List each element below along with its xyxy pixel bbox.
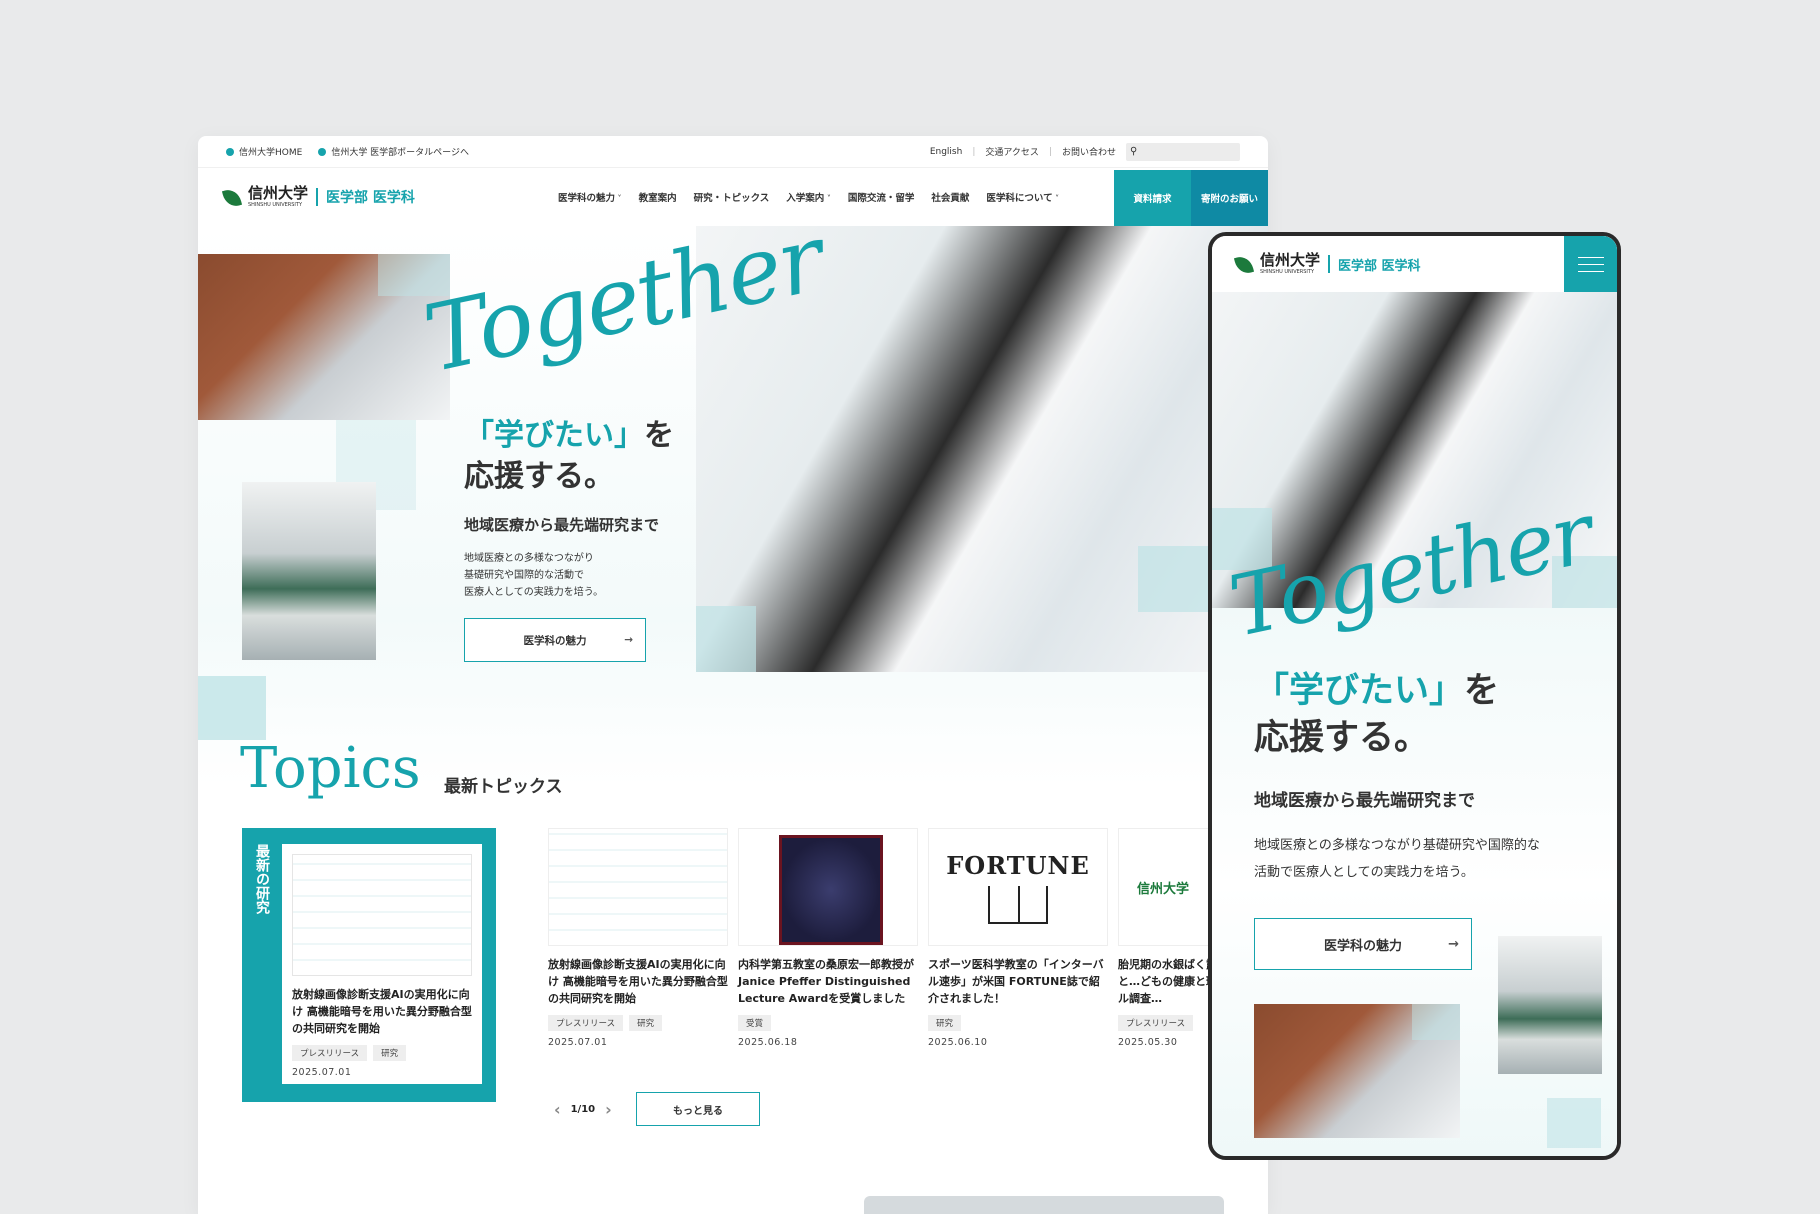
nav-appeal[interactable]: 医学科の魅力: [558, 190, 622, 204]
link-english[interactable]: English: [930, 147, 963, 157]
topics-subtitle: 最新トピックス: [444, 777, 563, 797]
arrow-right-icon: →: [624, 634, 633, 646]
nav-departments[interactable]: 教室案内: [639, 190, 677, 204]
mobile-header: 信州大学 SHINSHU UNIVERSITY 医学部 医学科: [1212, 236, 1617, 292]
topic-image-diagram: [548, 828, 728, 946]
classroom-photo: [1498, 936, 1602, 1074]
book-icon: [988, 885, 1048, 924]
nav-about[interactable]: 医学科について: [986, 190, 1059, 204]
link-univ-home[interactable]: 信州大学HOME: [226, 145, 302, 158]
search-icon: ⚲: [1130, 146, 1138, 157]
appeal-cta-button[interactable]: 医学科の魅力 →: [1254, 918, 1472, 970]
site-logo[interactable]: 信州大学 SHINSHU UNIVERSITY 医学部 医学科: [222, 186, 415, 208]
hero-body: 地域医療との多様なつながり 基礎研究や国際的な活動で 医療人としての実践力を培う…: [464, 553, 604, 598]
topic-card[interactable]: 放射線画像診断支援AIの実用化に向け 高機能暗号を用いた異分野融合型の共同研究を…: [548, 828, 728, 1048]
hero-catch: 「学びたい」を 応援する。: [1254, 671, 1500, 759]
more-button[interactable]: もっと見る: [636, 1092, 760, 1126]
hero-catch: 「学びたい」を 応援する。: [464, 418, 674, 494]
site-header: 信州大学SHINSHU UNIVERSITY 医学部 医学科 医学科の魅力 教室…: [198, 168, 1268, 226]
tag: 研究: [373, 1045, 407, 1062]
utility-bar: 信州大学HOME 信州大学 医学部ポータルページへ English | 交通アクセ…: [198, 136, 1268, 168]
hero-subtitle: 地域医療から最先端研究まで: [1254, 791, 1475, 811]
link-contact[interactable]: お問い合わせ: [1062, 145, 1116, 158]
award-plaque-image: [738, 828, 918, 946]
feature-label: 最新の研究: [254, 844, 270, 914]
topics-title: Topics: [240, 736, 421, 801]
search-input[interactable]: ⚲: [1126, 142, 1240, 161]
bullet-icon: [226, 147, 234, 156]
appeal-cta-button[interactable]: 医学科の魅力 →: [464, 618, 646, 662]
leaf-logo-icon: [222, 186, 244, 208]
date: 2025.07.01: [292, 1067, 352, 1079]
arrow-right-icon: →: [1448, 936, 1459, 952]
hero-body: 地域医療との多様なつながり基礎研究や国際的な 活動で医療人としての実践力を培う。: [1254, 838, 1540, 881]
tag: プレスリリース: [292, 1045, 368, 1062]
hamburger-icon[interactable]: [1564, 236, 1617, 292]
hero-subtitle: 地域医療から最先端研究まで: [464, 516, 660, 534]
topics-pager: ‹ 1/10 ›: [554, 1100, 612, 1119]
nav-international[interactable]: 国際交流・留学: [848, 190, 915, 204]
site-logo[interactable]: 信州大学 SHINSHU UNIVERSITY 医学部 医学科: [1234, 253, 1421, 275]
leaf-logo-icon: [1234, 253, 1256, 275]
page-indicator: 1/10: [570, 1104, 596, 1115]
topic-card[interactable]: FORTUNE スポーツ医科学教室の「インターバル速歩」が米国 FORTUNE誌…: [928, 828, 1108, 1048]
hero: Together 「学びたい」を 応援する。 地域医療から最先端研究まで 地域医…: [198, 205, 1268, 786]
donation-button[interactable]: 寄附のお願い: [1191, 170, 1268, 226]
topic-card[interactable]: 内科学第五教室の桑原宏一郎教授がJanice Pfeffer Distingui…: [738, 828, 918, 1048]
link-portal[interactable]: 信州大学 医学部ポータルページへ: [318, 145, 469, 158]
request-materials-button[interactable]: 資料請求: [1114, 170, 1191, 226]
mobile-preview: 信州大学 SHINSHU UNIVERSITY 医学部 医学科 Together …: [1208, 232, 1621, 1160]
chevron-left-icon[interactable]: ‹: [554, 1100, 561, 1119]
bullet-icon: [318, 147, 327, 156]
nav-research[interactable]: 研究・トピックス: [694, 190, 770, 204]
topic-image-diagram: [292, 854, 472, 976]
link-access[interactable]: 交通アクセス: [985, 145, 1039, 158]
next-section-image: [864, 1196, 1224, 1214]
classroom-photo: [242, 482, 376, 660]
nav-social[interactable]: 社会貢献: [931, 190, 969, 204]
fortune-logo-image: FORTUNE: [928, 828, 1108, 946]
featured-topic[interactable]: 最新の研究 放射線画像診断支援AIの実用化に向け 高機能暗号を用いた異分野融合型…: [242, 828, 496, 1102]
chevron-right-icon[interactable]: ›: [605, 1100, 612, 1119]
nav-admission[interactable]: 入学案内: [786, 190, 831, 204]
desktop-preview: 信州大学HOME 信州大学 医学部ポータルページへ English | 交通アクセ…: [198, 136, 1268, 1214]
